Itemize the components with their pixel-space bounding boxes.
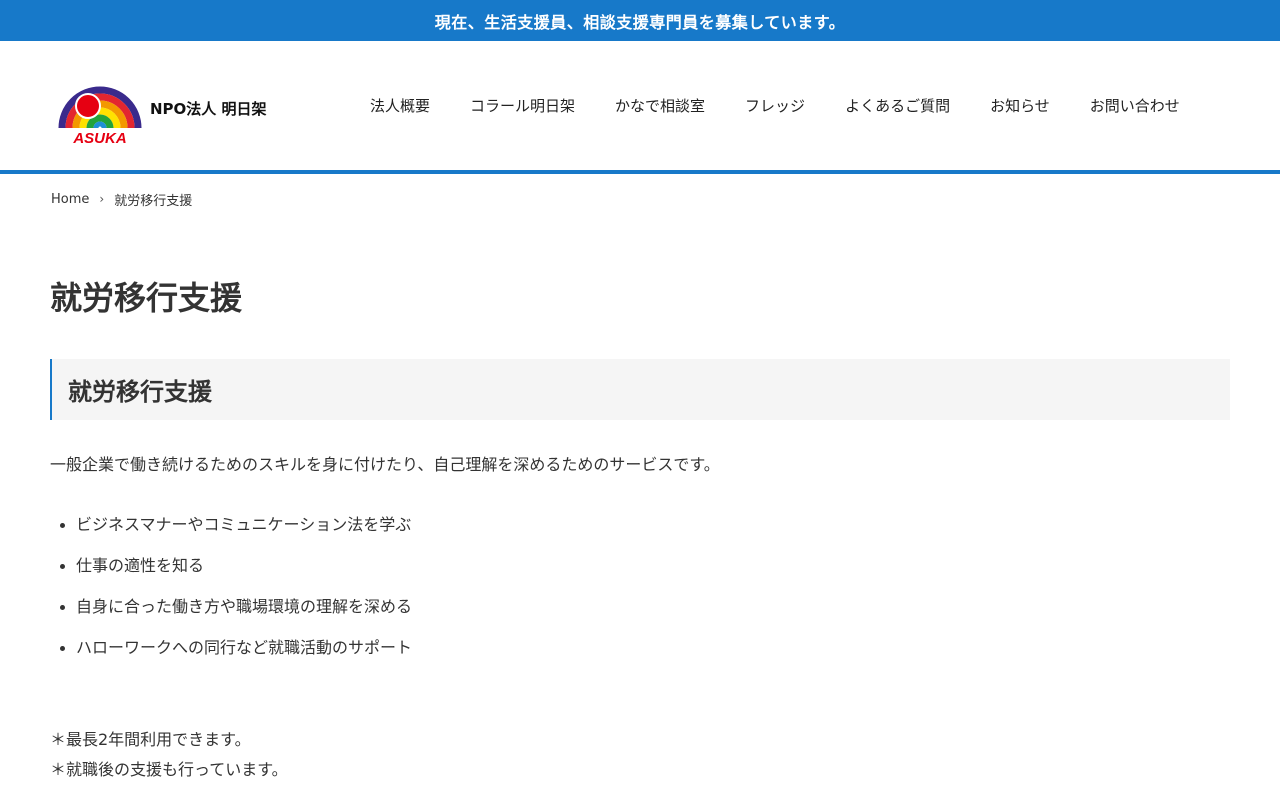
breadcrumb-current: 就労移行支援 (114, 193, 193, 209)
site-header: ASUKA NPO法人 明日架 法人概要 コラール明日架 かなで相談室 フレッジ… (0, 41, 1280, 174)
site-logo[interactable]: ASUKA NPO法人 明日架 (58, 69, 278, 147)
nav-item-about[interactable]: 法人概要 (350, 95, 450, 116)
intro-text: 一般企業で働き続けるためのスキルを身に付けたり、自己理解を深めるためのサービスで… (50, 455, 720, 474)
main-nav: 法人概要 コラール明日架 かなで相談室 フレッジ よくあるご質問 お知らせ お問… (350, 41, 1180, 170)
list-item: ハローワークへの同行など就職活動のサポート (50, 634, 412, 675)
nav-item-choral-asuka[interactable]: コラール明日架 (450, 95, 595, 116)
rainbow-logo-icon: ASUKA (58, 86, 142, 146)
list-item: 仕事の適性を知る (50, 552, 412, 593)
chevron-right-icon: › (99, 192, 105, 206)
list-item: ビジネスマナーやコミュニケーション法を学ぶ (50, 511, 412, 552)
note-duration: ＊最長2年間利用できます。 (50, 730, 251, 749)
nav-item-contact[interactable]: お問い合わせ (1070, 95, 1180, 116)
section-heading: 就労移行支援 (50, 359, 1230, 420)
feature-list: ビジネスマナーやコミュニケーション法を学ぶ 仕事の適性を知る 自身に合った働き方… (50, 511, 412, 675)
breadcrumb-home-link[interactable]: Home (51, 192, 89, 207)
recruitment-banner[interactable]: 現在、生活支援員、相談支援専門員を募集しています。 (0, 0, 1280, 41)
nav-item-fledge[interactable]: フレッジ (725, 95, 825, 116)
nav-item-kanade-consultation[interactable]: かなで相談室 (595, 95, 725, 116)
logo-wordmark: ASUKA (72, 130, 126, 146)
list-item: 自身に合った働き方や職場環境の理解を深める (50, 593, 412, 634)
site-name: NPO法人 明日架 (150, 99, 267, 118)
nav-item-faq[interactable]: よくあるご質問 (825, 95, 970, 116)
nav-item-news[interactable]: お知らせ (970, 95, 1070, 116)
recruitment-banner-text: 現在、生活支援員、相談支援専門員を募集しています。 (434, 12, 846, 32)
note-post-employment: ＊就職後の支援も行っています。 (50, 760, 288, 779)
breadcrumb: Home › 就労移行支援 (51, 190, 193, 209)
page-title: 就労移行支援 (50, 279, 243, 317)
